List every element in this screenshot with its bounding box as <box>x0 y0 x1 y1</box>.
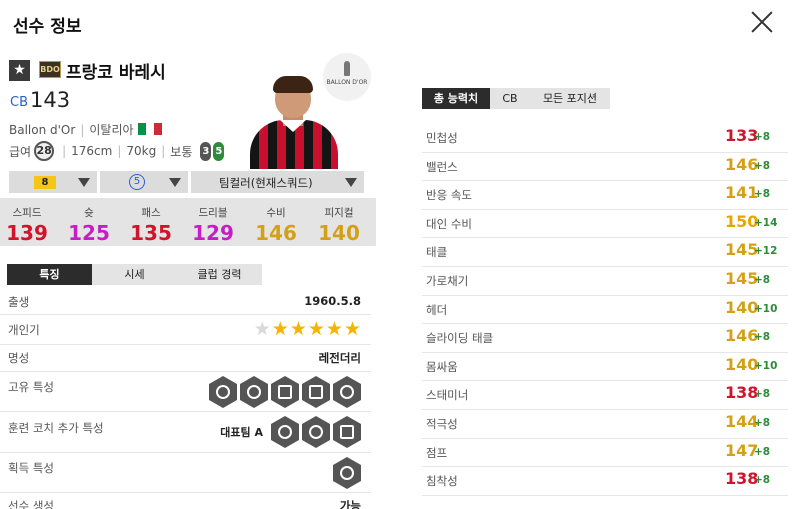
chevron-down-icon <box>78 178 90 187</box>
season-badge: BDO <box>39 61 61 78</box>
page-title: 선수 정보 <box>13 17 82 37</box>
attribute-row: 민첩성 133 +8 <box>422 124 788 153</box>
stat-physical: 피지컬 140 <box>318 207 360 245</box>
attribute-row: 슬라이딩 태클 146 +8 <box>422 324 788 353</box>
grade-selector[interactable]: 8 <box>9 171 97 193</box>
left-tabbar: 특징 시세 클럽 경력 <box>7 264 262 285</box>
body-type: 보통 <box>170 144 193 159</box>
eagle-trait-icon[interactable] <box>333 416 361 448</box>
snake-trait-icon[interactable] <box>240 376 268 408</box>
close-button[interactable] <box>750 10 774 34</box>
height: 176cm <box>71 144 113 158</box>
trophy-icon <box>344 61 350 76</box>
skill-moves-stars: ★ ★ ★ ★ ★ ★ <box>253 320 361 339</box>
team-color-selector[interactable]: 팀컬러(현재스쿼드) <box>191 171 364 193</box>
attribute-row: 태클 145 +12 <box>422 238 788 267</box>
coach-trait-icons <box>268 416 361 448</box>
player-attributes-line: 급여 28 | 176cm | 70kg | 보통 3 5 <box>9 141 225 161</box>
tab-all-positions[interactable]: 모든 포지션 <box>530 88 610 109</box>
tab-total-stats[interactable]: 총 능력치 <box>422 88 490 109</box>
summary-stats-bar: 스피드 139 슛 125 패스 135 드리블 129 수비 146 피지컬 … <box>0 198 376 246</box>
player-ovr: 143 <box>30 88 71 112</box>
left-foot-badge: 3 <box>200 141 212 161</box>
birth-label: 출생 <box>8 295 30 309</box>
tab-club-career[interactable]: 클럽 경력 <box>177 264 262 285</box>
fame-value: 레전더리 <box>318 351 361 365</box>
star-icon: ★ <box>307 318 325 340</box>
attribute-row: 가로채기 145 +8 <box>422 267 788 296</box>
star-icon: ★ <box>9 60 30 81</box>
tab-cb[interactable]: CB <box>490 88 530 109</box>
stat-shooting: 슛 125 <box>68 207 110 245</box>
weight: 70kg <box>126 144 157 158</box>
star-icon: ★ <box>343 318 361 340</box>
detail-row-create: 선수 생성 가능 <box>0 493 371 509</box>
star-icon: ★ <box>289 318 307 340</box>
stat-passing: 패스 135 <box>130 207 172 245</box>
grade-badge: 8 <box>34 176 56 189</box>
create-value: 가능 <box>339 499 361 509</box>
detail-row-skill: 개인기 ★ ★ ★ ★ ★ ★ <box>0 315 371 345</box>
detail-row-fame: 명성 레전더리 <box>0 345 371 372</box>
player-name: 프랑코 바레시 <box>66 63 166 83</box>
attribute-row: 대인 수비 150 +14 <box>422 210 788 239</box>
team-level-selector[interactable]: 5 <box>100 171 188 193</box>
right-tabbar: 총 능력치 CB 모든 포지션 <box>422 88 610 109</box>
salary-label: 급여 <box>9 144 32 159</box>
star-icon: ★ <box>253 318 271 340</box>
right-foot-badge: 5 <box>213 141 225 161</box>
attribute-row: 반응 속도 141 +8 <box>422 181 788 210</box>
stat-defending: 수비 146 <box>255 207 297 245</box>
attribute-row: 밸런스 146 +8 <box>422 153 788 182</box>
create-label: 선수 생성 <box>8 499 54 509</box>
diamond-trait-icon[interactable] <box>209 376 237 408</box>
attribute-row: 점프 147 +8 <box>422 439 788 468</box>
bull-trait-icon[interactable] <box>333 457 361 489</box>
traits-label: 고유 특성 <box>8 380 54 394</box>
cat-trait-icon[interactable] <box>302 416 330 448</box>
tab-market-price[interactable]: 시세 <box>92 264 177 285</box>
tie-trait-icon[interactable] <box>271 376 299 408</box>
player-position: CB <box>10 95 28 110</box>
coach-label: 훈련 코치 추가 특성 <box>8 421 104 435</box>
detail-row-traits: 고유 특성 <box>0 372 371 412</box>
stopwatch-trait-icon[interactable] <box>271 416 299 448</box>
italy-flag-icon <box>137 123 162 135</box>
stat-dribbling: 드리블 129 <box>192 207 234 245</box>
acquired-label: 획득 특성 <box>8 461 54 475</box>
coach-value: 대표팀 A <box>220 426 263 439</box>
trait-icons <box>206 376 361 408</box>
stat-speed: 스피드 139 <box>6 207 48 245</box>
nation-name: 이탈리아 <box>89 123 134 137</box>
birth-value: 1960.5.8 <box>304 294 361 308</box>
attribute-row: 적극성 144 +8 <box>422 410 788 439</box>
salary-badge: 28 <box>34 141 55 161</box>
team-color-label: 팀컬러(현재스쿼드) <box>219 176 313 190</box>
detail-row-coach: 훈련 코치 추가 특성 대표팀 A <box>0 412 371 453</box>
club-name: Ballon d'Or <box>9 123 76 137</box>
attribute-row: 헤더 140 +10 <box>422 296 788 325</box>
acquired-trait-icons <box>330 457 361 489</box>
team-level-badge: 5 <box>129 174 145 190</box>
chevron-down-icon <box>169 178 181 187</box>
attribute-row: 몸싸움 140 +10 <box>422 353 788 382</box>
fame-label: 명성 <box>8 351 30 365</box>
detail-row-birth: 출생 1960.5.8 <box>0 288 371 315</box>
chevron-down-icon <box>345 178 357 187</box>
detail-row-acquired: 획득 특성 <box>0 453 371 493</box>
tab-features[interactable]: 특징 <box>7 264 92 285</box>
shield-trait-icon[interactable] <box>302 376 330 408</box>
club-nation-line: Ballon d'Or | 이탈리아 <box>9 121 162 138</box>
star-icon: ★ <box>325 318 343 340</box>
star-icon: ★ <box>271 318 289 340</box>
attribute-row: 스태미너 138 +8 <box>422 381 788 410</box>
player-photo <box>244 72 342 169</box>
skill-moves-label: 개인기 <box>8 323 40 337</box>
lungs-trait-icon[interactable] <box>333 376 361 408</box>
attribute-row: 침착성 138 +8 <box>422 467 788 496</box>
